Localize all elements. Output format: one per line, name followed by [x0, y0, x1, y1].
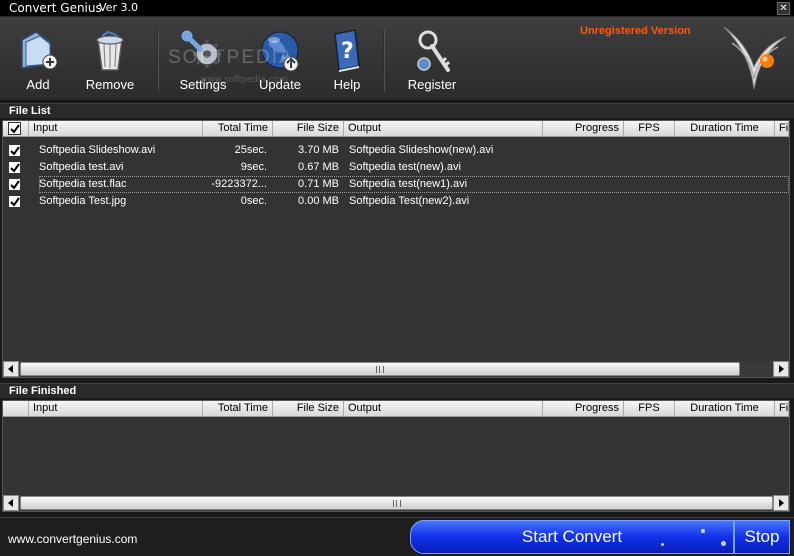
- app-version: Ver 3.0: [99, 1, 138, 14]
- globe-update-icon: [248, 28, 312, 74]
- file-list-panel: Input Total Time File Size Output Progre…: [2, 120, 790, 378]
- row-checkbox[interactable]: [8, 144, 21, 157]
- register-button[interactable]: Register: [400, 28, 464, 96]
- cell-input: Softpedia test.flac: [39, 178, 127, 190]
- unregistered-label: Unregistered Version: [580, 25, 691, 37]
- wrench-gear-icon: [171, 28, 235, 74]
- update-button[interactable]: Update: [248, 28, 312, 96]
- website-link[interactable]: www.convertgenius.com: [8, 532, 137, 546]
- column-header-total-time[interactable]: Total Time: [203, 121, 273, 137]
- help-label: Help: [333, 77, 361, 92]
- toolbar-separator: [383, 29, 385, 91]
- scroll-left-button[interactable]: [3, 495, 19, 511]
- stop-button[interactable]: Stop: [734, 520, 790, 554]
- file-list-label: File List: [9, 105, 51, 117]
- column-header-progress[interactable]: Progress: [543, 121, 624, 137]
- scroll-grip-icon: [376, 366, 384, 373]
- cell-output: Softpedia Test(new2).avi: [349, 195, 470, 207]
- column-header-total-time[interactable]: Total Time: [203, 401, 273, 417]
- column-header-duration[interactable]: Duration Time: [675, 121, 775, 137]
- cell-file-size: 0.67 MB: [298, 161, 339, 173]
- update-label: Update: [259, 77, 301, 92]
- toolbar-separator: [157, 29, 159, 91]
- cell-output: Softpedia test(new1).avi: [349, 178, 468, 190]
- cell-total-time: 9sec.: [240, 161, 267, 173]
- column-header-file-size[interactable]: File Size: [273, 401, 344, 417]
- scroll-right-button[interactable]: [773, 495, 789, 511]
- table-row[interactable]: Softpedia test.avi 9sec. 0.67 MB Softped…: [3, 159, 789, 176]
- scroll-left-button[interactable]: [3, 361, 19, 377]
- scroll-thumb[interactable]: [20, 496, 773, 510]
- finished-select-header: [3, 401, 29, 417]
- column-header-fps[interactable]: FPS: [624, 401, 675, 417]
- app-logo: [720, 23, 790, 98]
- column-header-fps[interactable]: FPS: [624, 121, 675, 137]
- scroll-grip-icon: [392, 500, 401, 507]
- cell-input: Softpedia Test.jpg: [39, 195, 127, 207]
- footer-bar: www.convertgenius.com Start Convert Stop: [0, 517, 794, 556]
- folder-add-icon: [6, 28, 70, 74]
- row-checkbox[interactable]: [8, 161, 21, 174]
- cell-total-time: -9223372...: [211, 178, 267, 190]
- svg-text:?: ?: [341, 39, 354, 64]
- toolbar: Add Remove Settings Update ? Help Regist…: [0, 17, 794, 101]
- cell-total-time: 25sec.: [234, 144, 267, 156]
- add-label: Add: [26, 77, 50, 92]
- settings-label: Settings: [179, 77, 227, 92]
- select-all-header[interactable]: [3, 121, 29, 137]
- stop-label: Stop: [744, 527, 780, 546]
- column-header-output[interactable]: Output: [344, 121, 543, 137]
- start-convert-button[interactable]: Start Convert: [410, 520, 734, 554]
- file-finished-label-bar: File Finished: [0, 383, 794, 398]
- file-finished-header: Input Total Time File Size Output Progre…: [3, 401, 789, 417]
- close-button[interactable]: ✕: [777, 2, 790, 15]
- table-row-selected[interactable]: Softpedia test.flac -9223372... 0.71 MB …: [3, 176, 789, 193]
- remove-button[interactable]: Remove: [78, 28, 142, 96]
- file-list-label-bar: File List: [0, 103, 794, 118]
- cell-input: Softpedia test.avi: [39, 161, 124, 173]
- column-header-overflow[interactable]: Fi: [775, 121, 789, 137]
- column-header-output[interactable]: Output: [344, 401, 543, 417]
- file-list-header: Input Total Time File Size Output Progre…: [3, 121, 789, 137]
- column-header-progress[interactable]: Progress: [543, 401, 624, 417]
- cell-output: Softpedia test(new).avi: [349, 161, 461, 173]
- cell-input: Softpedia Slideshow.avi: [39, 144, 156, 156]
- scroll-right-button[interactable]: [773, 361, 789, 377]
- column-header-duration[interactable]: Duration Time: [675, 401, 775, 417]
- file-list-hscrollbar[interactable]: [3, 361, 789, 377]
- column-header-input[interactable]: Input: [29, 401, 203, 417]
- table-row[interactable]: Softpedia Slideshow.avi 25sec. 3.70 MB S…: [3, 142, 789, 159]
- scroll-thumb[interactable]: [20, 362, 740, 376]
- register-label: Register: [407, 77, 457, 92]
- cell-total-time: 0sec.: [240, 195, 267, 207]
- cell-file-size: 3.70 MB: [298, 144, 339, 156]
- column-header-file-size[interactable]: File Size: [273, 121, 344, 137]
- cell-file-size: 0.71 MB: [298, 178, 339, 190]
- file-finished-panel: Input Total Time File Size Output Progre…: [2, 400, 790, 512]
- file-finished-label: File Finished: [9, 385, 77, 397]
- row-checkbox[interactable]: [8, 195, 21, 208]
- remove-label: Remove: [85, 77, 135, 92]
- column-header-overflow[interactable]: Fi: [775, 401, 789, 417]
- column-header-input[interactable]: Input: [29, 121, 203, 137]
- help-button[interactable]: ? Help: [315, 28, 379, 96]
- app-title: Convert Genius: [9, 1, 102, 15]
- start-convert-label: Start Convert: [521, 527, 623, 546]
- settings-button[interactable]: Settings: [171, 28, 235, 96]
- cell-file-size: 0.00 MB: [298, 195, 339, 207]
- select-all-checkbox[interactable]: [8, 122, 21, 135]
- trash-bin-icon: [78, 28, 142, 74]
- key-icon: [400, 28, 464, 74]
- cell-output: Softpedia Slideshow(new).avi: [349, 144, 494, 156]
- table-row[interactable]: Softpedia Test.jpg 0sec. 0.00 MB Softped…: [3, 193, 789, 210]
- row-checkbox[interactable]: [8, 178, 21, 191]
- help-book-icon: ?: [315, 28, 379, 74]
- title-bar: Convert Genius Ver 3.0 ✕: [0, 0, 794, 17]
- file-finished-hscrollbar[interactable]: [3, 495, 789, 511]
- add-button[interactable]: Add: [6, 28, 70, 96]
